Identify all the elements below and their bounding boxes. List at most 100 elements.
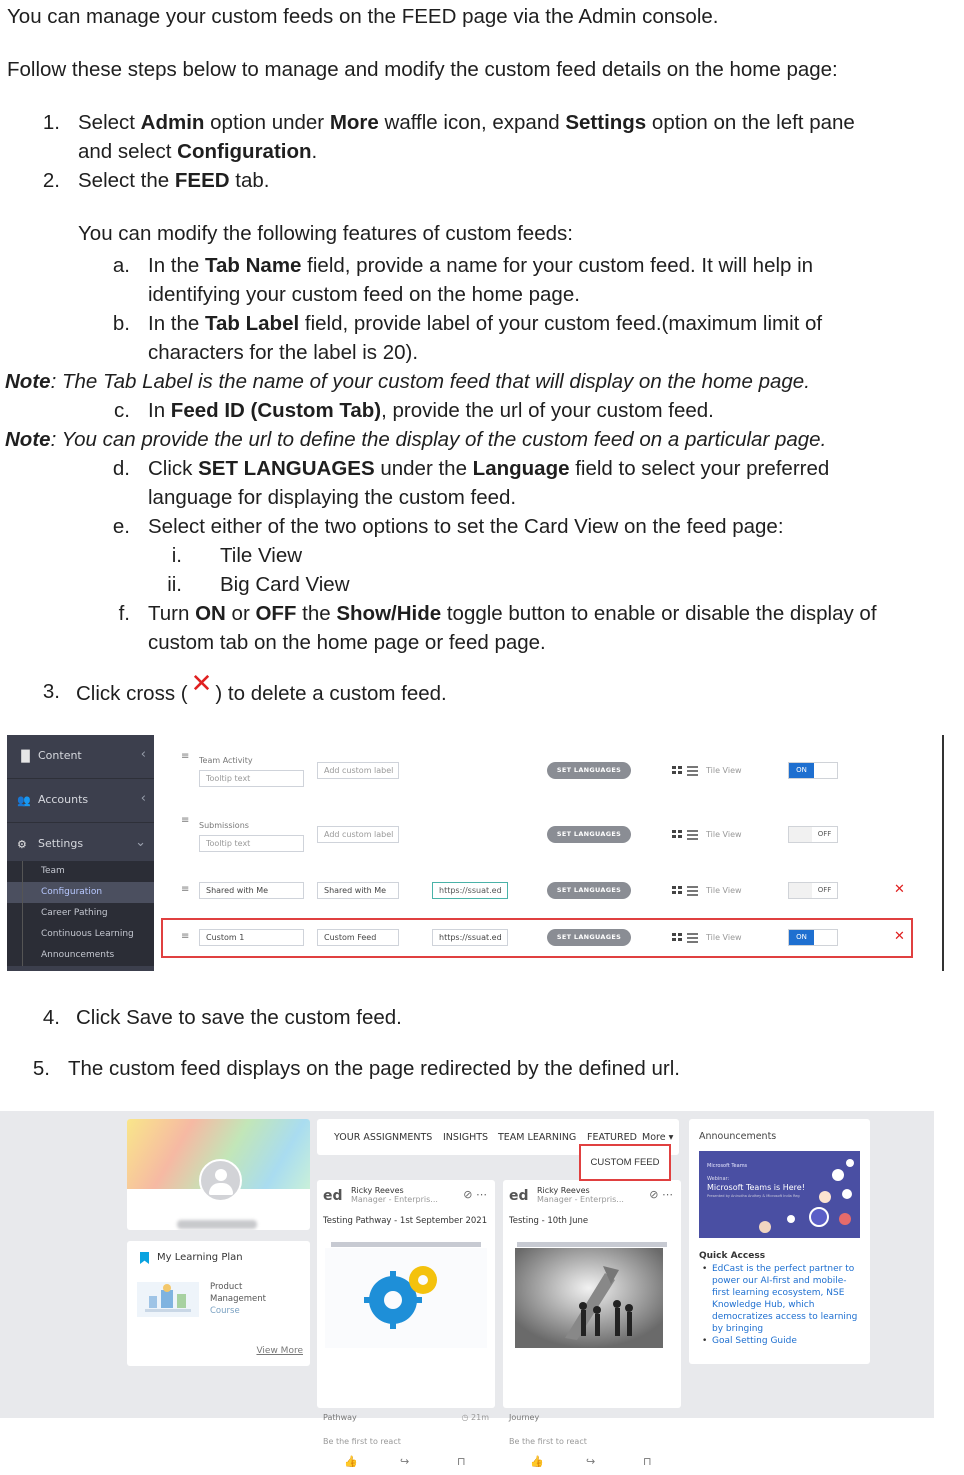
bookmark-icon[interactable]: ⊓ xyxy=(643,1455,652,1468)
sidebar-item-content[interactable]: ▐▌ Content ‹ xyxy=(7,735,154,779)
chevron-left-icon: ‹ xyxy=(140,747,146,762)
custom-label-field[interactable]: Add custom label xyxy=(317,826,399,843)
sidebar-subitem-announcements[interactable]: Announcements xyxy=(7,945,154,966)
substep-f-label: f. xyxy=(118,602,130,625)
substep-a-text-cont: identifying your custom feed on the home… xyxy=(148,283,580,306)
sidebar-subitem-career-pathing[interactable]: Career Pathing xyxy=(7,903,154,924)
learning-plan-card: My Learning Plan Product Management Cour… xyxy=(127,1241,310,1366)
grid-view-icon[interactable] xyxy=(672,830,683,839)
content-icon: ▐▌ xyxy=(17,750,34,763)
delete-icon[interactable]: ✕ xyxy=(894,882,905,897)
step-1-text: Select Admin option under More waffle ic… xyxy=(78,111,855,134)
avatar-icon xyxy=(846,1159,854,1167)
drag-handle-icon[interactable]: ≡ xyxy=(181,815,189,826)
option-ii-text: Big Card View xyxy=(220,573,350,596)
bookmark-icon[interactable]: ⊓ xyxy=(457,1455,466,1468)
step-2-number: 2. xyxy=(42,169,60,192)
sidebar-item-accounts[interactable]: 👥 Accounts ‹ xyxy=(7,779,154,823)
substep-b-text-cont: characters for the label is 20). xyxy=(148,341,419,364)
feed-row-team-activity: ≡ Team Activity Tooltip text Add custom … xyxy=(154,747,944,803)
check-more-icon[interactable]: ⊘ ⋯ xyxy=(463,1188,487,1201)
substep-f-text: Turn ON or OFF the Show/Hide toggle butt… xyxy=(148,602,877,625)
like-icon[interactable]: 👍 xyxy=(344,1455,358,1468)
profile-name xyxy=(177,1220,257,1229)
step-3-text: Click cross (✕) to delete a custom feed. xyxy=(76,668,447,706)
grid-view-icon[interactable] xyxy=(672,766,683,775)
business-image xyxy=(515,1248,663,1348)
option-i-label: i. xyxy=(171,544,182,567)
step-1-text-cont: and select Configuration. xyxy=(78,140,318,163)
bookmark-icon xyxy=(140,1252,149,1264)
feed-card[interactable]: ed Ricky Reeves Manager - Enterpris... ⊘… xyxy=(503,1180,681,1468)
show-hide-toggle[interactable]: ON xyxy=(788,762,838,779)
quick-access-link[interactable]: EdCast is the perfect partner to power o… xyxy=(699,1263,864,1335)
sidebar-subitem-configuration[interactable]: Configuration xyxy=(7,882,154,903)
check-more-icon[interactable]: ⊘ ⋯ xyxy=(649,1188,673,1201)
substep-e-label: e. xyxy=(112,515,130,538)
grid-view-icon[interactable] xyxy=(672,886,683,895)
feed-id-field[interactable]: https://ssuat.ed xyxy=(432,882,508,899)
gears-image xyxy=(325,1248,487,1348)
show-hide-toggle[interactable]: OFF xyxy=(788,882,838,899)
share-icon[interactable]: ↪ xyxy=(400,1455,409,1468)
cross-icon: ✕ xyxy=(190,668,213,698)
substep-c-text: In Feed ID (Custom Tab), provide the url… xyxy=(148,399,714,422)
step-4-number: 4. xyxy=(42,1006,60,1029)
option-i-text: Tile View xyxy=(220,544,303,567)
edcast-logo-icon: ed xyxy=(323,1188,343,1204)
chevron-down-icon: ⌄ xyxy=(135,835,146,850)
sidebar-subitem-continuous-learning[interactable]: Continuous Learning xyxy=(7,924,154,945)
tab-team-learning[interactable]: TEAM LEARNING xyxy=(498,1132,576,1143)
feed-card[interactable]: ed Ricky Reeves Manager - Enterpris... ⊘… xyxy=(317,1180,495,1468)
quick-access-link[interactable]: Goal Setting Guide xyxy=(699,1335,864,1347)
avatar[interactable] xyxy=(199,1159,242,1202)
like-icon[interactable]: 👍 xyxy=(530,1455,544,1468)
list-view-icon[interactable] xyxy=(687,886,698,896)
quick-access-list: EdCast is the perfect partner to power o… xyxy=(699,1263,864,1347)
highlight-box xyxy=(161,918,913,958)
step-3-number: 3. xyxy=(42,680,60,703)
set-languages-button[interactable]: SET LANGUAGES xyxy=(547,762,631,779)
option-ii-label: ii. xyxy=(167,573,182,596)
view-more-link[interactable]: View More xyxy=(256,1346,303,1356)
tab-insights[interactable]: INSIGHTS xyxy=(443,1132,488,1143)
teams-logo-icon xyxy=(809,1207,829,1227)
feed-row-submissions: ≡ Submissions Tooltip text Add custom la… xyxy=(154,812,944,868)
modify-intro: You can modify the following features of… xyxy=(78,222,573,245)
set-languages-button[interactable]: SET LANGUAGES xyxy=(547,826,631,843)
chevron-left-icon: ‹ xyxy=(140,791,146,806)
step-4-text: Click Save to save the custom feed. xyxy=(76,1006,402,1029)
share-icon[interactable]: ↪ xyxy=(586,1455,595,1468)
avatar-icon xyxy=(832,1169,844,1181)
drag-handle-icon[interactable]: ≡ xyxy=(181,884,189,895)
list-view-icon[interactable] xyxy=(687,830,698,840)
note-1: Note: The Tab Label is the name of your … xyxy=(5,370,810,393)
tab-more[interactable]: More ▾ xyxy=(642,1132,673,1143)
substep-d-text: Click SET LANGUAGES under the Language f… xyxy=(148,457,830,480)
tab-featured[interactable]: FEATURED xyxy=(587,1132,637,1143)
tooltip-field[interactable]: Tooltip text xyxy=(199,835,304,852)
profile-card xyxy=(127,1119,310,1230)
step-2-text: Select the FEED tab. xyxy=(78,169,270,192)
sidebar-subitem-team[interactable]: Team xyxy=(7,861,154,882)
tooltip-field[interactable]: Tooltip text xyxy=(199,770,304,787)
show-hide-toggle[interactable]: OFF xyxy=(788,826,838,843)
tab-your-assignments[interactable]: YOUR ASSIGNMENTS xyxy=(334,1132,432,1143)
avatar-icon xyxy=(842,1189,852,1199)
set-languages-button[interactable]: SET LANGUAGES xyxy=(547,882,631,899)
avatar-icon xyxy=(819,1191,831,1203)
intro-line-1: You can manage your custom feeds on the … xyxy=(7,5,719,28)
plan-thumbnail[interactable] xyxy=(137,1282,199,1317)
tab-name-field[interactable]: Shared with Me xyxy=(199,882,304,899)
substep-d-text-cont: language for displaying the custom feed. xyxy=(148,486,517,509)
plan-item[interactable]: Product Management Course xyxy=(210,1281,266,1317)
tab-label-field[interactable]: Shared with Me xyxy=(317,882,399,899)
admin-sidebar: ▐▌ Content ‹ 👥 Accounts ‹ ⚙ Settings ⌄ T… xyxy=(7,735,154,971)
drag-handle-icon[interactable]: ≡ xyxy=(181,751,189,762)
plan-title: My Learning Plan xyxy=(157,1252,243,1263)
announcement-banner[interactable]: Microsoft Teams Webinar: Microsoft Teams… xyxy=(699,1151,860,1238)
tab-custom-feed[interactable]: CUSTOM FEED xyxy=(579,1144,671,1181)
substep-c-label: c. xyxy=(114,399,130,422)
custom-label-field[interactable]: Add custom label xyxy=(317,762,399,779)
list-view-icon[interactable] xyxy=(687,766,698,776)
